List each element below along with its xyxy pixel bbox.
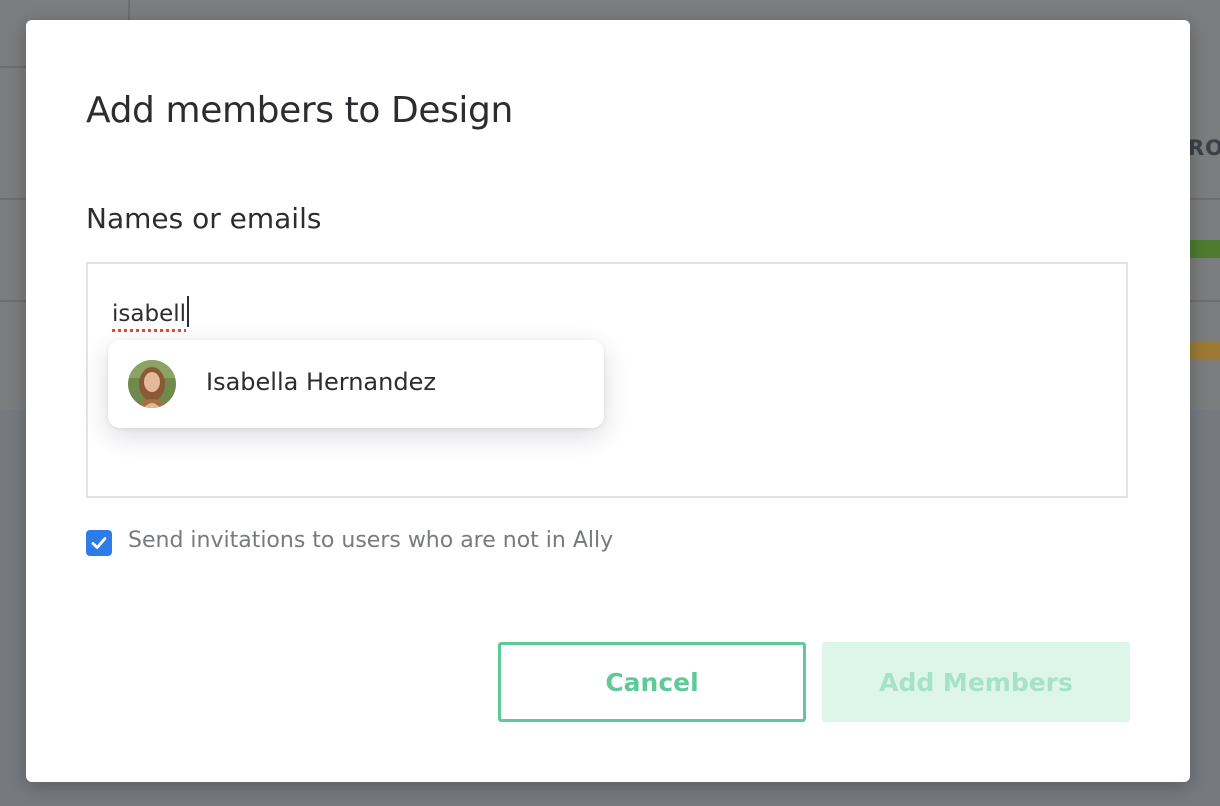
- typed-query-text: isabell: [112, 301, 186, 327]
- checkmark-icon: [91, 537, 107, 549]
- names-or-emails-input[interactable]: isabell Isabella Hernandez: [86, 262, 1128, 498]
- background-divider: [0, 198, 26, 200]
- avatar: [128, 360, 176, 408]
- typed-query[interactable]: isabell: [112, 296, 189, 327]
- background-divider: [0, 300, 26, 302]
- send-invitations-checkbox[interactable]: [86, 530, 112, 556]
- send-invitations-label[interactable]: Send invitations to users who are not in…: [128, 528, 613, 553]
- background-column-header: RO: [1188, 136, 1220, 160]
- background-progress-bar-green: [1190, 240, 1220, 258]
- text-caret: [187, 296, 189, 327]
- names-or-emails-label: Names or emails: [86, 202, 322, 235]
- background-divider: [1190, 300, 1220, 302]
- background-progress-bar-orange: [1190, 342, 1220, 360]
- dialog-title: Add members to Design: [86, 90, 513, 131]
- add-members-button[interactable]: Add Members: [822, 642, 1130, 722]
- suggestion-item[interactable]: Isabella Hernandez: [108, 340, 604, 428]
- background-divider: [0, 66, 26, 68]
- cancel-button[interactable]: Cancel: [498, 642, 806, 722]
- add-members-dialog: Add members to Design Names or emails is…: [26, 20, 1190, 782]
- background-divider: [128, 0, 130, 20]
- background-divider: [1190, 198, 1220, 200]
- suggestion-name: Isabella Hernandez: [206, 368, 436, 396]
